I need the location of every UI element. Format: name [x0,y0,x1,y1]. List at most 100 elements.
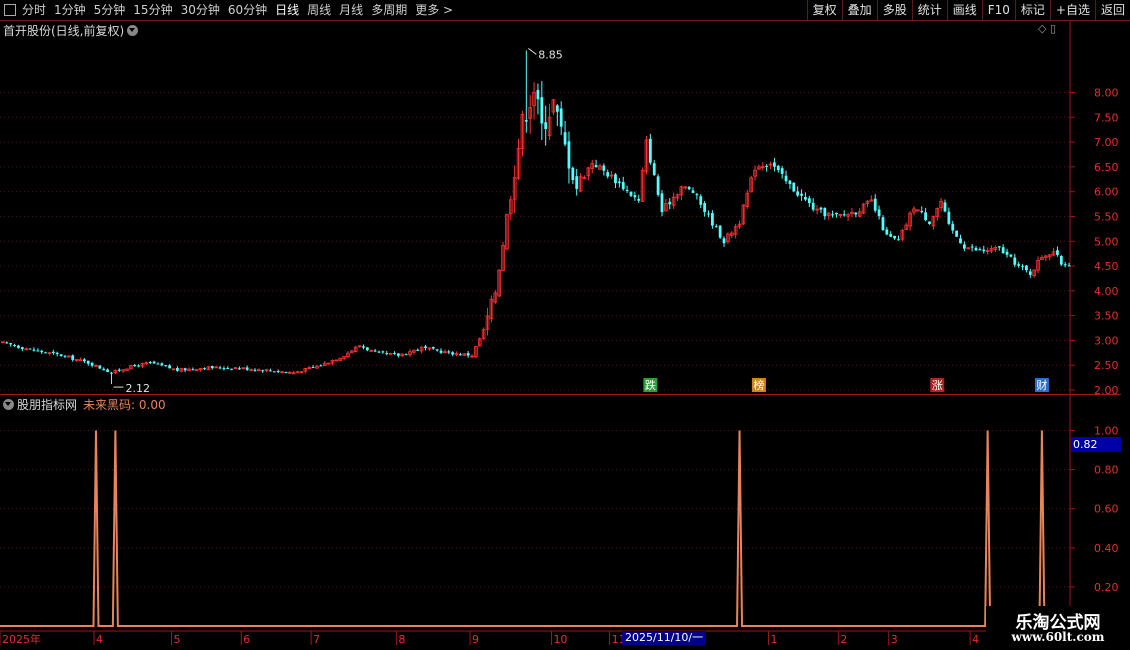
right-side-strip [1121,21,1130,630]
high-arrow [528,47,537,55]
candle-body [687,186,691,190]
xaxis-label: 9 [472,633,479,646]
candle-body [637,198,641,201]
overlay-button[interactable]: 叠加 [841,0,877,20]
event-marker-text: 财 [1036,378,1047,392]
candle-body [780,168,784,174]
candle-body [955,230,959,237]
tf-9[interactable]: 多周期 [371,0,407,20]
candle-body [889,234,893,237]
main-pane-title: 首开股份(日线,前复权) [3,22,139,39]
candle-body [668,201,672,205]
candle-body [722,238,726,244]
candle-body [148,362,152,364]
candle-body [695,194,699,196]
tf-6[interactable]: 日线 [275,0,299,20]
candle-body [788,180,792,185]
xaxis-label: 10 [553,633,567,646]
xaxis-label: 5 [174,633,181,646]
add-watchlist-button[interactable]: +自选 [1049,0,1095,20]
candle-body [439,350,443,353]
stats-button[interactable]: 统计 [911,0,947,20]
candle-body [885,229,889,235]
dropdown-circle-icon[interactable] [127,25,139,36]
indicator-dropdown-icon[interactable] [3,399,14,410]
main-ytick-label: 7.50 [1094,111,1119,124]
tf-1[interactable]: 1分钟 [54,0,86,20]
candle-body [854,212,858,215]
watermark: 乐淘公式网 www.60lt.com [986,606,1130,650]
candle-body [459,354,462,356]
candle-body [276,371,280,373]
candle-body [656,176,660,195]
candle-body [1001,247,1005,254]
tf-4[interactable]: 30分钟 [181,0,220,20]
candle-body [625,189,629,191]
tf-5[interactable]: 60分钟 [228,0,267,20]
candle-body [218,367,222,369]
candle-body [90,362,94,366]
mark-button[interactable]: 标记 [1014,0,1050,20]
candle-body [1013,257,1017,265]
candle-body [877,209,881,217]
candle-body [536,89,540,100]
toolbar: 分时 1分钟 5分钟 15分钟 30分钟 60分钟 日线 周线 月线 多周期 更… [0,0,1130,21]
candle-body [703,203,707,212]
f10-button[interactable]: F10 [981,0,1015,20]
candle-body [272,371,276,373]
candle-body [571,167,575,181]
candle-body [881,217,885,230]
candle-body [36,350,40,352]
candle-body [393,353,396,355]
candle-body [295,371,300,374]
candle-body [978,249,982,251]
candle-body [55,352,59,355]
candle-body [629,191,633,196]
candle-body [396,353,400,356]
candle-body [284,372,288,374]
diamond-icon[interactable]: ◇ [1038,22,1046,35]
candlestick-chart[interactable]: 2.00 2.50 3.00 3.50 4.00 4.50 5.00 5.50 6.00 6.50… [0,21,1130,395]
tf-7[interactable]: 周线 [307,0,331,20]
candle-body [1067,265,1071,267]
window-toggle-icon[interactable]: ▯ [1050,22,1056,35]
candle-body [792,182,796,192]
tf-2[interactable]: 5分钟 [94,0,126,20]
candle-body [924,212,928,221]
tf-3[interactable]: 15分钟 [133,0,172,20]
candle-body [106,369,110,373]
main-ytick-label: 2.50 [1094,359,1119,372]
tf-8[interactable]: 月线 [339,0,363,20]
main-ytick-label: 5.00 [1094,235,1119,248]
candle-body [893,235,897,239]
back-button[interactable]: 返回 [1094,0,1130,20]
candle-body [381,351,385,353]
candle-body [540,97,544,124]
candle-body [784,175,788,182]
main-ytick-label: 4.00 [1094,285,1119,298]
candle-body [175,368,179,371]
candle-body [1059,255,1063,265]
indicator-name: 股朋指标网 [17,398,78,412]
xaxis-label: 3 [891,633,898,646]
candle-body [110,372,113,374]
candle-body [152,361,156,364]
menu-square-icon[interactable] [4,4,16,16]
candle-body [660,193,664,213]
candle-body [811,202,815,210]
candle-body [776,165,780,171]
indicator-chart[interactable]: 0.20 0.40 0.60 0.80 1.00 [0,395,1130,630]
stock-title: 首开股份(日线,前复权) [3,24,125,38]
tf-0[interactable]: 分时 [22,0,46,20]
candle-body [951,223,955,231]
tf-more[interactable]: 更多 > [415,0,453,20]
candle-body [9,343,13,345]
main-ytick-label: 5.50 [1094,210,1119,223]
indicator-title: 股朋指标网 未来黑码: 0.00 [3,396,166,413]
draw-line-button[interactable]: 画线 [946,0,982,20]
fuquan-button[interactable]: 复权 [806,0,842,20]
candle-body [982,249,986,252]
multi-stock-button[interactable]: 多股 [876,0,912,20]
candle-body [191,369,195,371]
candle-body [431,346,435,349]
